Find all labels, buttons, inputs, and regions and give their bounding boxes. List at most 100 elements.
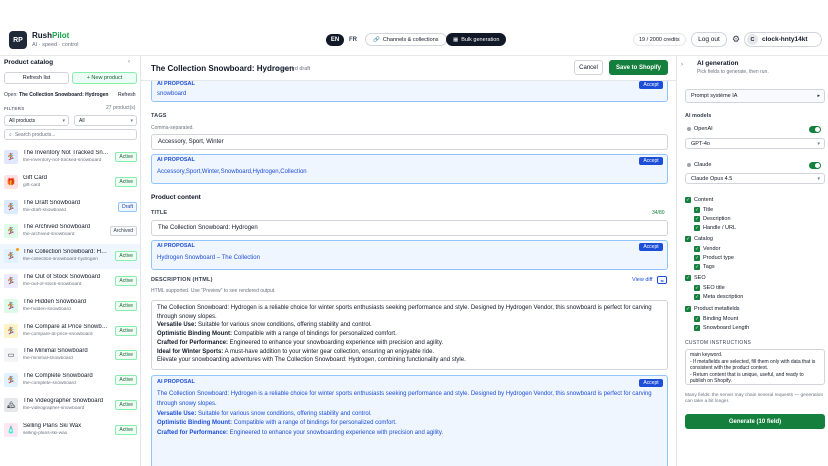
product-handle: the-hidden-snowboard	[23, 306, 71, 312]
metafields-checkbox[interactable]: ✓ Product metafields	[685, 306, 740, 312]
product-list-item[interactable]: ▭ The Minimal Snowboard the-minimal-snowbo…	[0, 343, 140, 368]
search-input[interactable]: ⌕ Search products...	[4, 129, 137, 140]
product-list-item[interactable]: 🏂 The Out of Stock Snowboard the-out-of-st…	[0, 269, 140, 294]
save-to-shopify-button[interactable]: Save to Shopify	[609, 60, 668, 75]
check-icon: ✓	[694, 207, 700, 213]
diff-toggle-icon[interactable]: ⇆	[657, 276, 667, 284]
title-label: TITLE	[151, 210, 168, 216]
product-list-item[interactable]: 🏔 The Videographer Snowboard the-videograp…	[0, 393, 140, 418]
refresh-link[interactable]: Refresh	[118, 92, 136, 98]
prop-point-text: Compatible with a range of bindings for …	[232, 420, 397, 427]
settings-gear-icon[interactable]: ⚙	[729, 32, 743, 47]
bulk-generation-tab[interactable]: ▦ Bulk generation	[446, 33, 507, 46]
proposal-product-type: snowboard	[157, 91, 187, 97]
type-filter-select[interactable]: All ▾	[74, 115, 137, 126]
title-input[interactable]: The Collection Snowboard: Hydrogen	[151, 220, 668, 236]
generate-button[interactable]: Generate (10 field)	[685, 414, 825, 429]
catalog-checkbox[interactable]: ✓ Catalog	[685, 236, 713, 242]
product-list-item[interactable]: 🏂 The Complete Snowboard the-complete-snow…	[0, 368, 140, 393]
tags-checkbox[interactable]: ✓ Tags	[694, 264, 715, 270]
lang-en-button[interactable]: EN	[326, 34, 344, 46]
ai-models-label: AI models	[685, 113, 712, 119]
accept-description-button[interactable]: Accept	[639, 379, 663, 387]
product-list-item[interactable]: 🏂 The Collection Snowboard: Hydrogenthe-c…	[0, 244, 140, 269]
channels-collections-tab[interactable]: 🔗 Channels & collections	[365, 33, 447, 46]
binding-mount-field-label: Binding Mount	[703, 316, 739, 322]
product-list-item[interactable]: 🏂 The Draft Snowboard the-draft-snowboard D…	[0, 195, 140, 220]
product-thumbnail: 🏂	[4, 199, 18, 214]
status-filter-select[interactable]: All products ▾	[4, 115, 69, 126]
tags-input[interactable]: Accessory, Sport, Winter	[151, 134, 668, 150]
product-handle: the-archived-snowboard	[23, 232, 75, 238]
snowboard-length-checkbox[interactable]: ✓ Snowboard Length	[694, 325, 749, 331]
description-checkbox[interactable]: ✓ Description	[694, 216, 731, 222]
content-checkbox[interactable]: ✓ Content	[685, 197, 713, 203]
product-list-item[interactable]: 🏂 The Archived Snowboard the-archived-snow…	[0, 219, 140, 244]
new-product-button[interactable]: + New product	[72, 72, 137, 84]
app-tagline: AI · speed · control	[32, 42, 79, 48]
search-placeholder: Search products...	[14, 131, 56, 138]
vendor-checkbox[interactable]: ✓ Vendor	[694, 246, 720, 252]
accept-product-type-button[interactable]: Accept	[639, 81, 663, 89]
desc-point-text: Compatible with a range of bindings for …	[232, 331, 397, 338]
prop-point-text: Engineered to enhance your snowboarding …	[228, 430, 444, 437]
layers-icon: ▦	[453, 36, 459, 43]
status-badge: Active	[115, 176, 137, 187]
many-fields-hint: Many fields: the server may chain severa…	[685, 393, 824, 405]
cancel-button[interactable]: Cancel	[574, 60, 603, 75]
claude-toggle[interactable]	[809, 161, 821, 169]
seo-checkbox[interactable]: ✓ SEO	[685, 275, 706, 281]
title-checkbox[interactable]: ✓ Title	[694, 207, 713, 213]
metafields-label: Product metafields	[694, 306, 740, 312]
bulk-label: Bulk generation	[461, 36, 500, 43]
status-badge: Active	[115, 375, 137, 386]
collapse-left-icon[interactable]: ‹	[128, 59, 130, 65]
ai-panel-title: AI generation	[697, 60, 739, 67]
status-filter-value: All products	[9, 117, 36, 124]
custom-instructions-textarea[interactable]: main keyword. - If metafields are select…	[685, 349, 825, 385]
lang-fr-button[interactable]: FR	[346, 34, 360, 46]
openai-model-select[interactable]: GPT-4o ▾	[685, 138, 825, 149]
prop-point-title: Optimistic Binding Mount:	[157, 420, 232, 427]
product-handle: selling-plans-ski-wax	[23, 430, 68, 436]
prop-desc-intro: The Collection Snowboard: Hydrogen is a …	[157, 391, 652, 407]
product-content-heading: Product content	[151, 194, 201, 201]
tags-label: TAGS	[151, 113, 167, 119]
seo-title-checkbox[interactable]: ✓ SEO title	[694, 285, 725, 291]
product-name: The Complete Snowboard	[23, 373, 93, 380]
brand-accent: Pilot	[52, 31, 70, 40]
open-label: Open:	[4, 92, 18, 98]
logout-button[interactable]: Log out	[691, 32, 727, 47]
refresh-list-button[interactable]: Refresh list	[4, 72, 69, 84]
handle-checkbox[interactable]: ✓ Handle / URL	[694, 225, 736, 231]
claude-model-select[interactable]: Claude Opus 4.5 ▾	[685, 173, 825, 184]
product-list-item[interactable]: 🏂 The Hidden Snowboard the-hidden-snowboar…	[0, 294, 140, 319]
binding-mount-checkbox[interactable]: ✓ Binding Mount	[694, 316, 738, 322]
user-menu[interactable]: C clock-hnty14kt	[744, 32, 822, 47]
meta-description-checkbox[interactable]: ✓ Meta description	[694, 294, 743, 300]
ai-proposal-label: AI PROPOSAL	[157, 379, 195, 385]
product-list-item[interactable]: 🎁 Gift Card gift-card Active	[0, 170, 140, 195]
view-diff-link[interactable]: View diff	[632, 277, 653, 283]
accept-title-button[interactable]: Accept	[639, 243, 663, 251]
link-icon: 🔗	[373, 36, 380, 43]
product-type-checkbox[interactable]: ✓ Product type	[694, 255, 734, 261]
status-badge: Active	[115, 152, 137, 162]
accept-tags-button[interactable]: Accept	[639, 157, 663, 165]
description-textarea[interactable]: The Collection Snowboard: Hydrogen is a …	[151, 300, 668, 370]
product-type-proposal: AI PROPOSAL Accept snowboard	[151, 78, 668, 102]
product-list-item[interactable]: 🏂 The Compare at Price Snowboard the-compa…	[0, 319, 140, 344]
product-name: The Collection Snowboard: Hydrogen	[23, 249, 109, 256]
product-list-item[interactable]: 🏂 The Inventory Not Tracked Snowboard the-…	[0, 145, 140, 170]
prompt-system-toggle[interactable]: Prompt système IA ▸	[685, 89, 825, 103]
openai-toggle[interactable]	[809, 125, 821, 133]
catalog-label: Catalog	[694, 236, 713, 242]
openai-model-value: GPT-4o	[691, 140, 710, 147]
product-handle: the-inventory-not-tracked-snowboard	[23, 158, 102, 163]
title-char-counter: 34/80	[652, 210, 665, 216]
status-badge: Active	[115, 350, 137, 361]
description-label: DESCRIPTION (HTML)	[151, 277, 213, 283]
product-list-item[interactable]: 🧴 Selling Plans Ski Wax selling-plans-ski-…	[0, 418, 140, 443]
chevron-down-icon: ▾	[817, 175, 820, 182]
collapse-right-icon[interactable]: ›	[681, 62, 683, 68]
